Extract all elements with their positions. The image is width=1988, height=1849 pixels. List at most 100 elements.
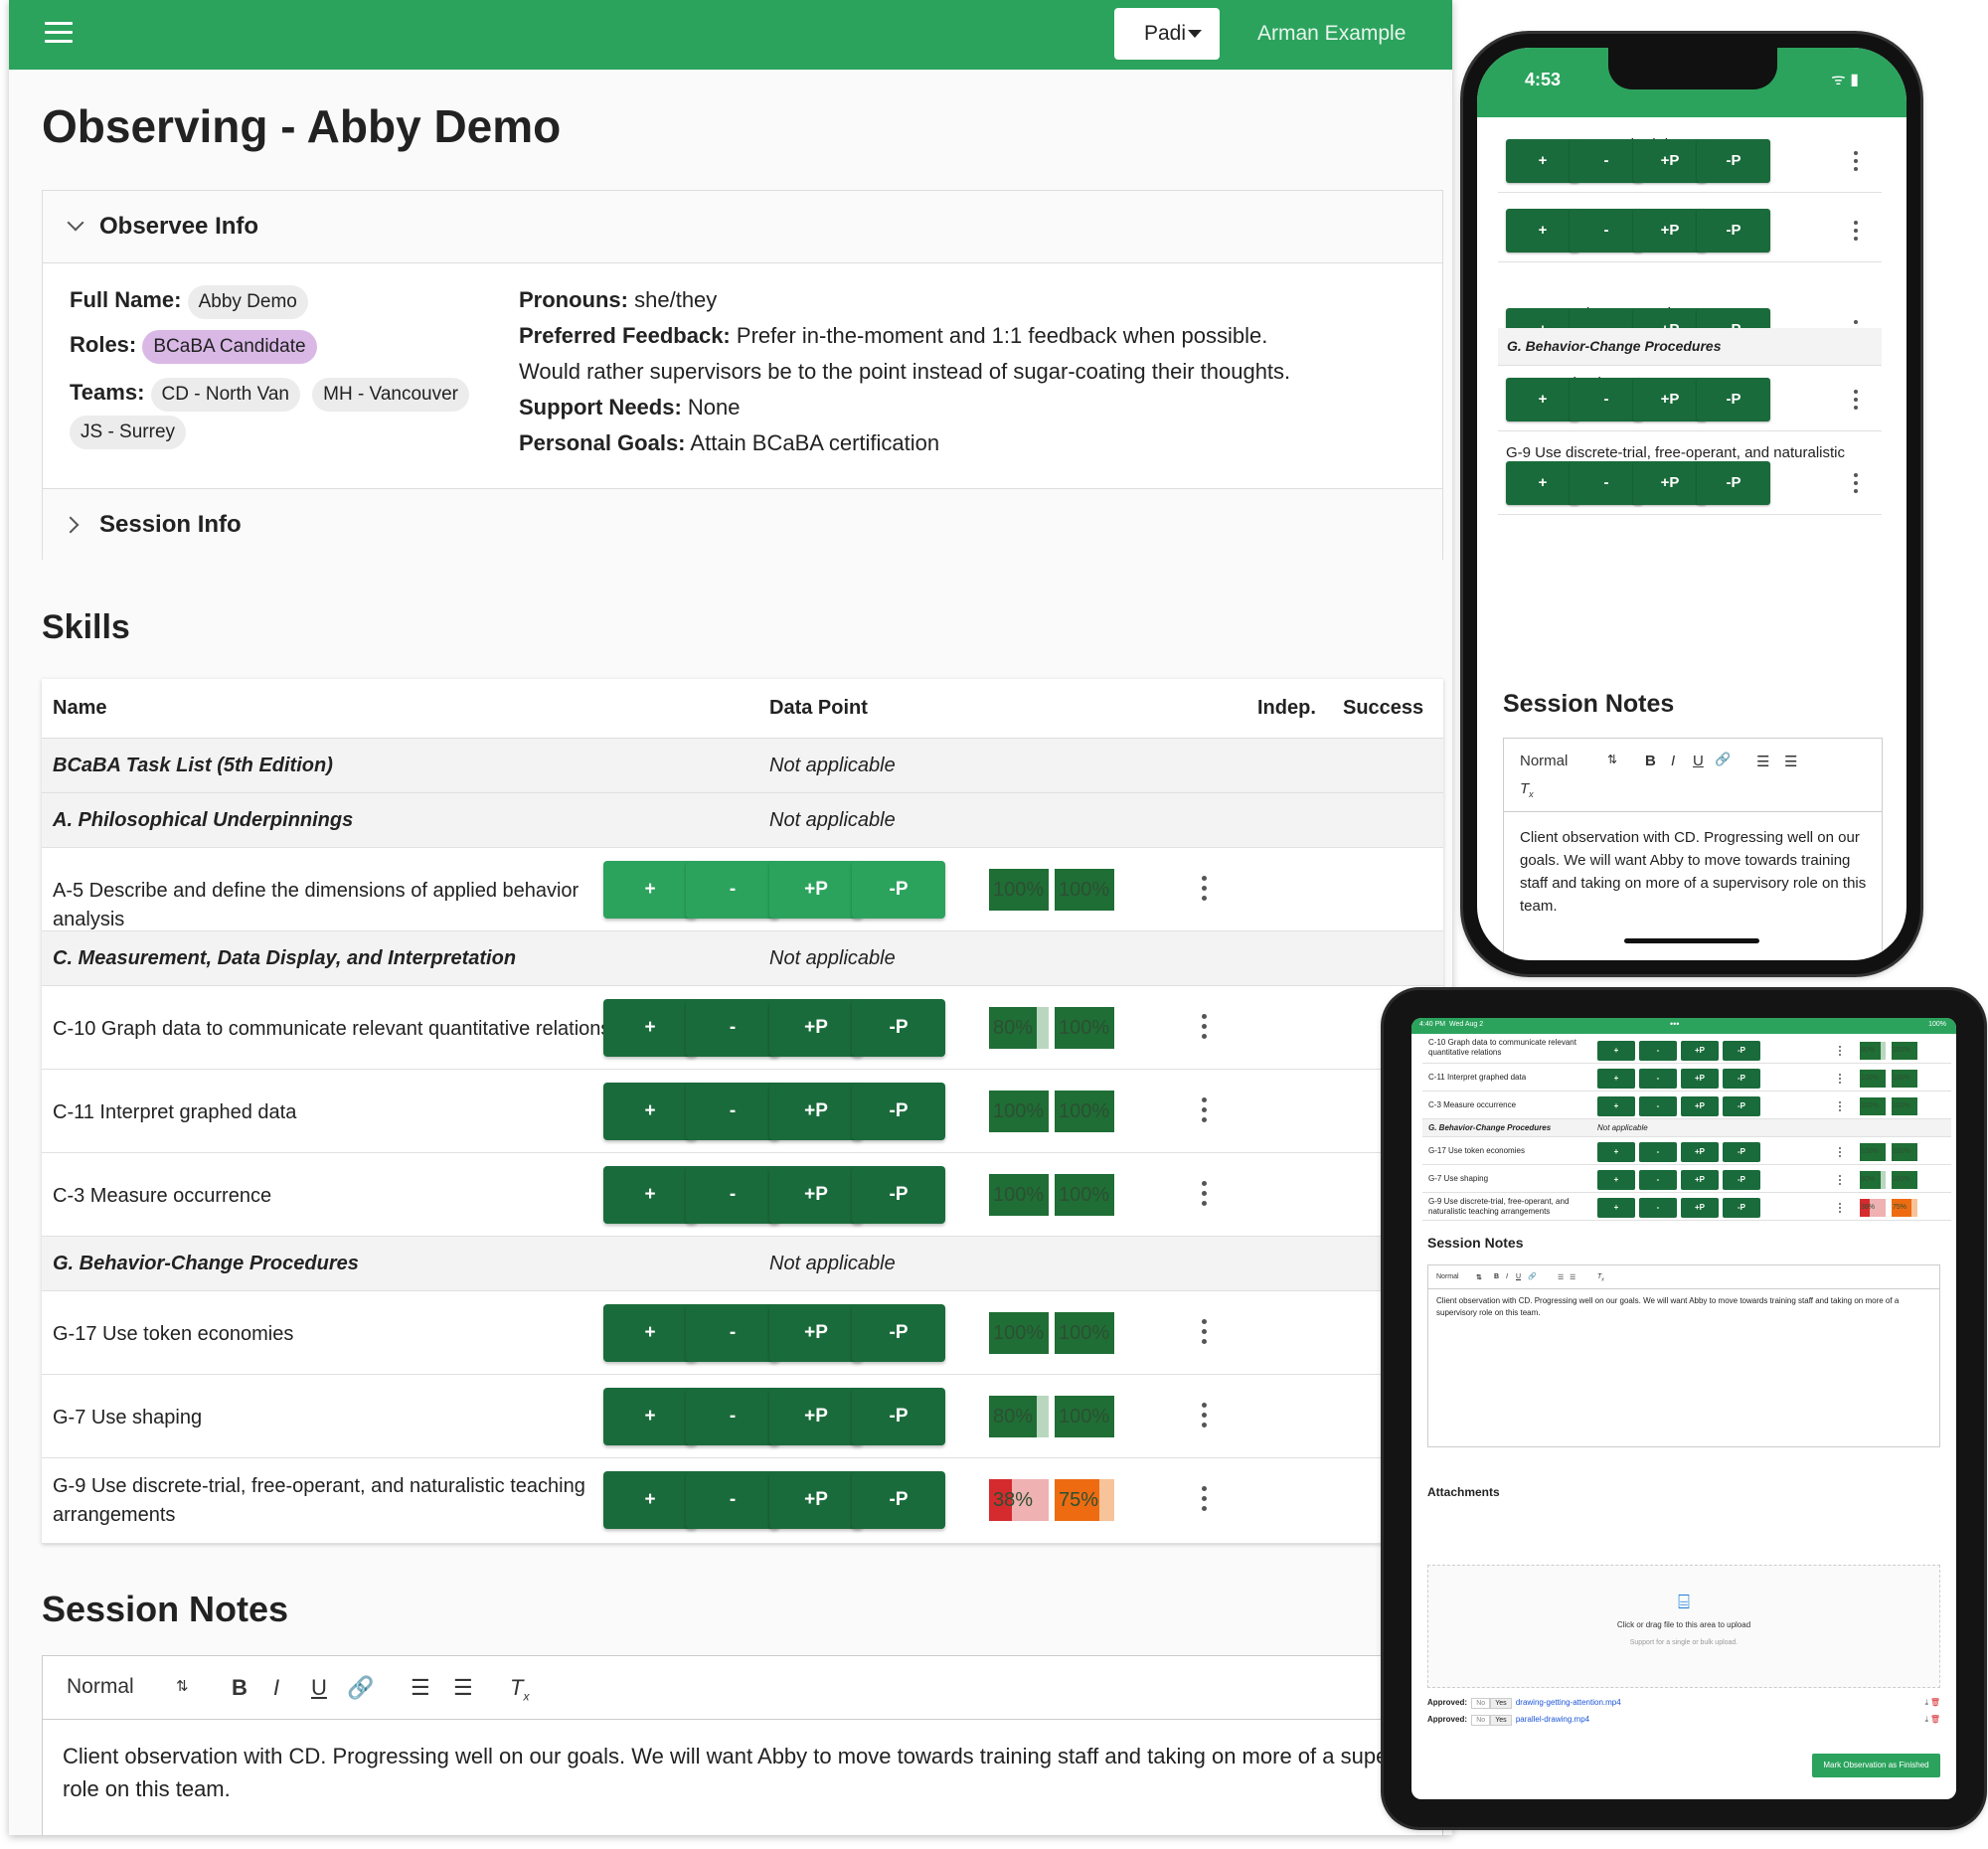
bullet-list-icon[interactable]: ☰ [453, 1675, 473, 1701]
tablet-data-point-button[interactable]: - [1639, 1198, 1677, 1218]
tablet-data-point-button[interactable]: +P [1681, 1041, 1719, 1061]
user-menu-link[interactable]: Arman Example [1257, 22, 1406, 46]
data-point-plus-p-button[interactable]: +P [769, 1166, 863, 1224]
data-point-plus-p-button[interactable]: +P [769, 999, 863, 1057]
tablet-data-point-button[interactable]: -P [1723, 1142, 1760, 1162]
phone-data-point-button[interactable]: + [1506, 378, 1579, 421]
data-point-plus-button[interactable]: + [603, 861, 697, 919]
data-point-minus-p-button[interactable]: -P [852, 1304, 945, 1362]
approve-yes-toggle[interactable]: Yes [1490, 1698, 1512, 1709]
data-point-minus-p-button[interactable]: -P [852, 1471, 945, 1529]
delete-icon[interactable]: 🗑 [1930, 1715, 1940, 1724]
tablet-data-point-button[interactable]: - [1639, 1170, 1677, 1190]
organization-select[interactable]: Padi [1114, 8, 1220, 60]
column-header-data-point[interactable]: Data Point [769, 697, 868, 720]
download-icon[interactable]: ⤓ [1924, 1698, 1928, 1708]
tablet-data-point-button[interactable]: + [1597, 1041, 1635, 1061]
phone-notes-text[interactable]: Client observation with CD. Progressing … [1520, 826, 1868, 918]
tablet-data-point-button[interactable]: + [1597, 1198, 1635, 1218]
attachment-link[interactable]: parallel-drawing.mp4 [1516, 1715, 1589, 1724]
tablet-data-point-button[interactable]: - [1639, 1069, 1677, 1089]
tablet-data-point-button[interactable]: + [1597, 1096, 1635, 1116]
phone-format-select[interactable]: Normal [1520, 753, 1568, 769]
format-select-arrows-icon[interactable]: ⇅ [1607, 753, 1617, 766]
data-point-minus-button[interactable]: - [686, 999, 779, 1057]
phone-data-point-button[interactable]: +P [1633, 139, 1707, 183]
phone-data-point-button[interactable]: +P [1633, 378, 1707, 421]
data-point-plus-button[interactable]: + [603, 999, 697, 1057]
more-options-icon[interactable] [1854, 473, 1858, 493]
phone-data-point-button[interactable]: -P [1697, 378, 1770, 421]
phone-data-point-button[interactable]: + [1506, 139, 1579, 183]
tablet-data-point-button[interactable]: +P [1681, 1170, 1719, 1190]
column-header-indep[interactable]: Indep. [1257, 697, 1316, 720]
clear-format-icon[interactable]: Tx [510, 1675, 529, 1703]
tablet-data-point-button[interactable]: - [1639, 1142, 1677, 1162]
more-options-icon[interactable] [1839, 1074, 1841, 1084]
download-icon[interactable]: ⤓ [1924, 1715, 1928, 1725]
tablet-upload-dropzone[interactable]: ⌸ Click or drag file to this area to upl… [1427, 1565, 1940, 1688]
tablet-data-point-button[interactable]: + [1597, 1142, 1635, 1162]
more-options-icon[interactable] [1202, 1403, 1208, 1430]
data-point-plus-button[interactable]: + [603, 1166, 697, 1224]
approve-no-toggle[interactable]: No [1471, 1698, 1491, 1709]
data-point-minus-p-button[interactable]: -P [852, 861, 945, 919]
phone-data-point-button[interactable]: + [1506, 209, 1579, 252]
data-point-minus-button[interactable]: - [686, 1471, 779, 1529]
column-header-name[interactable]: Name [53, 697, 106, 720]
attachment-link[interactable]: drawing-getting-attention.mp4 [1516, 1698, 1621, 1707]
delete-icon[interactable]: 🗑 [1930, 1698, 1940, 1707]
data-point-minus-button[interactable]: - [686, 861, 779, 919]
phone-data-point-button[interactable]: -P [1697, 139, 1770, 183]
session-info-header[interactable]: Session Info [43, 489, 1442, 561]
underline-icon[interactable]: U [311, 1675, 327, 1701]
more-options-icon[interactable] [1202, 1486, 1208, 1514]
observee-info-header[interactable]: Observee Info [43, 191, 1442, 262]
more-options-icon[interactable] [1854, 151, 1858, 171]
more-options-icon[interactable] [1202, 876, 1208, 904]
mark-finished-button[interactable]: Mark Observation as Finished [1812, 1754, 1940, 1777]
format-select-arrows-icon[interactable]: ⇅ [1476, 1273, 1482, 1281]
format-select[interactable]: Normal [67, 1675, 134, 1699]
phone-data-point-button[interactable]: - [1570, 378, 1643, 421]
more-options-icon[interactable] [1839, 1046, 1841, 1056]
format-select-arrows-icon[interactable]: ⇅ [176, 1677, 189, 1695]
ordered-list-icon[interactable]: ☰ [411, 1675, 430, 1701]
tablet-data-point-button[interactable]: -P [1723, 1170, 1760, 1190]
hamburger-menu-icon[interactable] [45, 22, 73, 44]
more-options-icon[interactable] [1202, 1097, 1208, 1125]
link-icon[interactable]: 🔗 [1528, 1272, 1537, 1280]
data-point-plus-button[interactable]: + [603, 1304, 697, 1362]
data-point-plus-button[interactable]: + [603, 1471, 697, 1529]
more-options-icon[interactable] [1202, 1319, 1208, 1347]
clear-format-icon[interactable]: Tx [1597, 1273, 1604, 1282]
phone-data-point-button[interactable]: +P [1633, 209, 1707, 252]
data-point-plus-p-button[interactable]: +P [769, 1083, 863, 1140]
tablet-data-point-button[interactable]: - [1639, 1041, 1677, 1061]
phone-data-point-button[interactable]: -P [1697, 461, 1770, 505]
phone-data-point-button[interactable]: - [1570, 139, 1643, 183]
more-options-icon[interactable] [1839, 1175, 1841, 1185]
italic-icon[interactable]: I [1506, 1273, 1508, 1280]
data-point-minus-button[interactable]: - [686, 1304, 779, 1362]
approve-yes-toggle[interactable]: Yes [1490, 1715, 1512, 1726]
more-options-icon[interactable] [1854, 221, 1858, 241]
tablet-data-point-button[interactable]: + [1597, 1170, 1635, 1190]
phone-data-point-button[interactable]: -P [1697, 209, 1770, 252]
tablet-notes-text[interactable]: Client observation with CD. Progressing … [1436, 1295, 1929, 1319]
phone-data-point-button[interactable]: +P [1633, 461, 1707, 505]
data-point-plus-p-button[interactable]: +P [769, 1471, 863, 1529]
link-icon[interactable]: 🔗 [347, 1675, 374, 1701]
phone-data-point-button[interactable]: + [1506, 461, 1579, 505]
data-point-plus-p-button[interactable]: +P [769, 1304, 863, 1362]
session-notes-text[interactable]: Client observation with CD. Progressing … [63, 1740, 1452, 1805]
bullet-list-icon[interactable]: ☰ [1784, 753, 1797, 770]
bold-icon[interactable]: B [1494, 1273, 1499, 1280]
more-options-icon[interactable] [1202, 1181, 1208, 1209]
italic-icon[interactable]: I [1671, 753, 1675, 769]
tablet-data-point-button[interactable]: - [1639, 1096, 1677, 1116]
data-point-minus-button[interactable]: - [686, 1166, 779, 1224]
more-options-icon[interactable] [1839, 1147, 1841, 1157]
data-point-plus-button[interactable]: + [603, 1083, 697, 1140]
tablet-data-point-button[interactable]: -P [1723, 1069, 1760, 1089]
